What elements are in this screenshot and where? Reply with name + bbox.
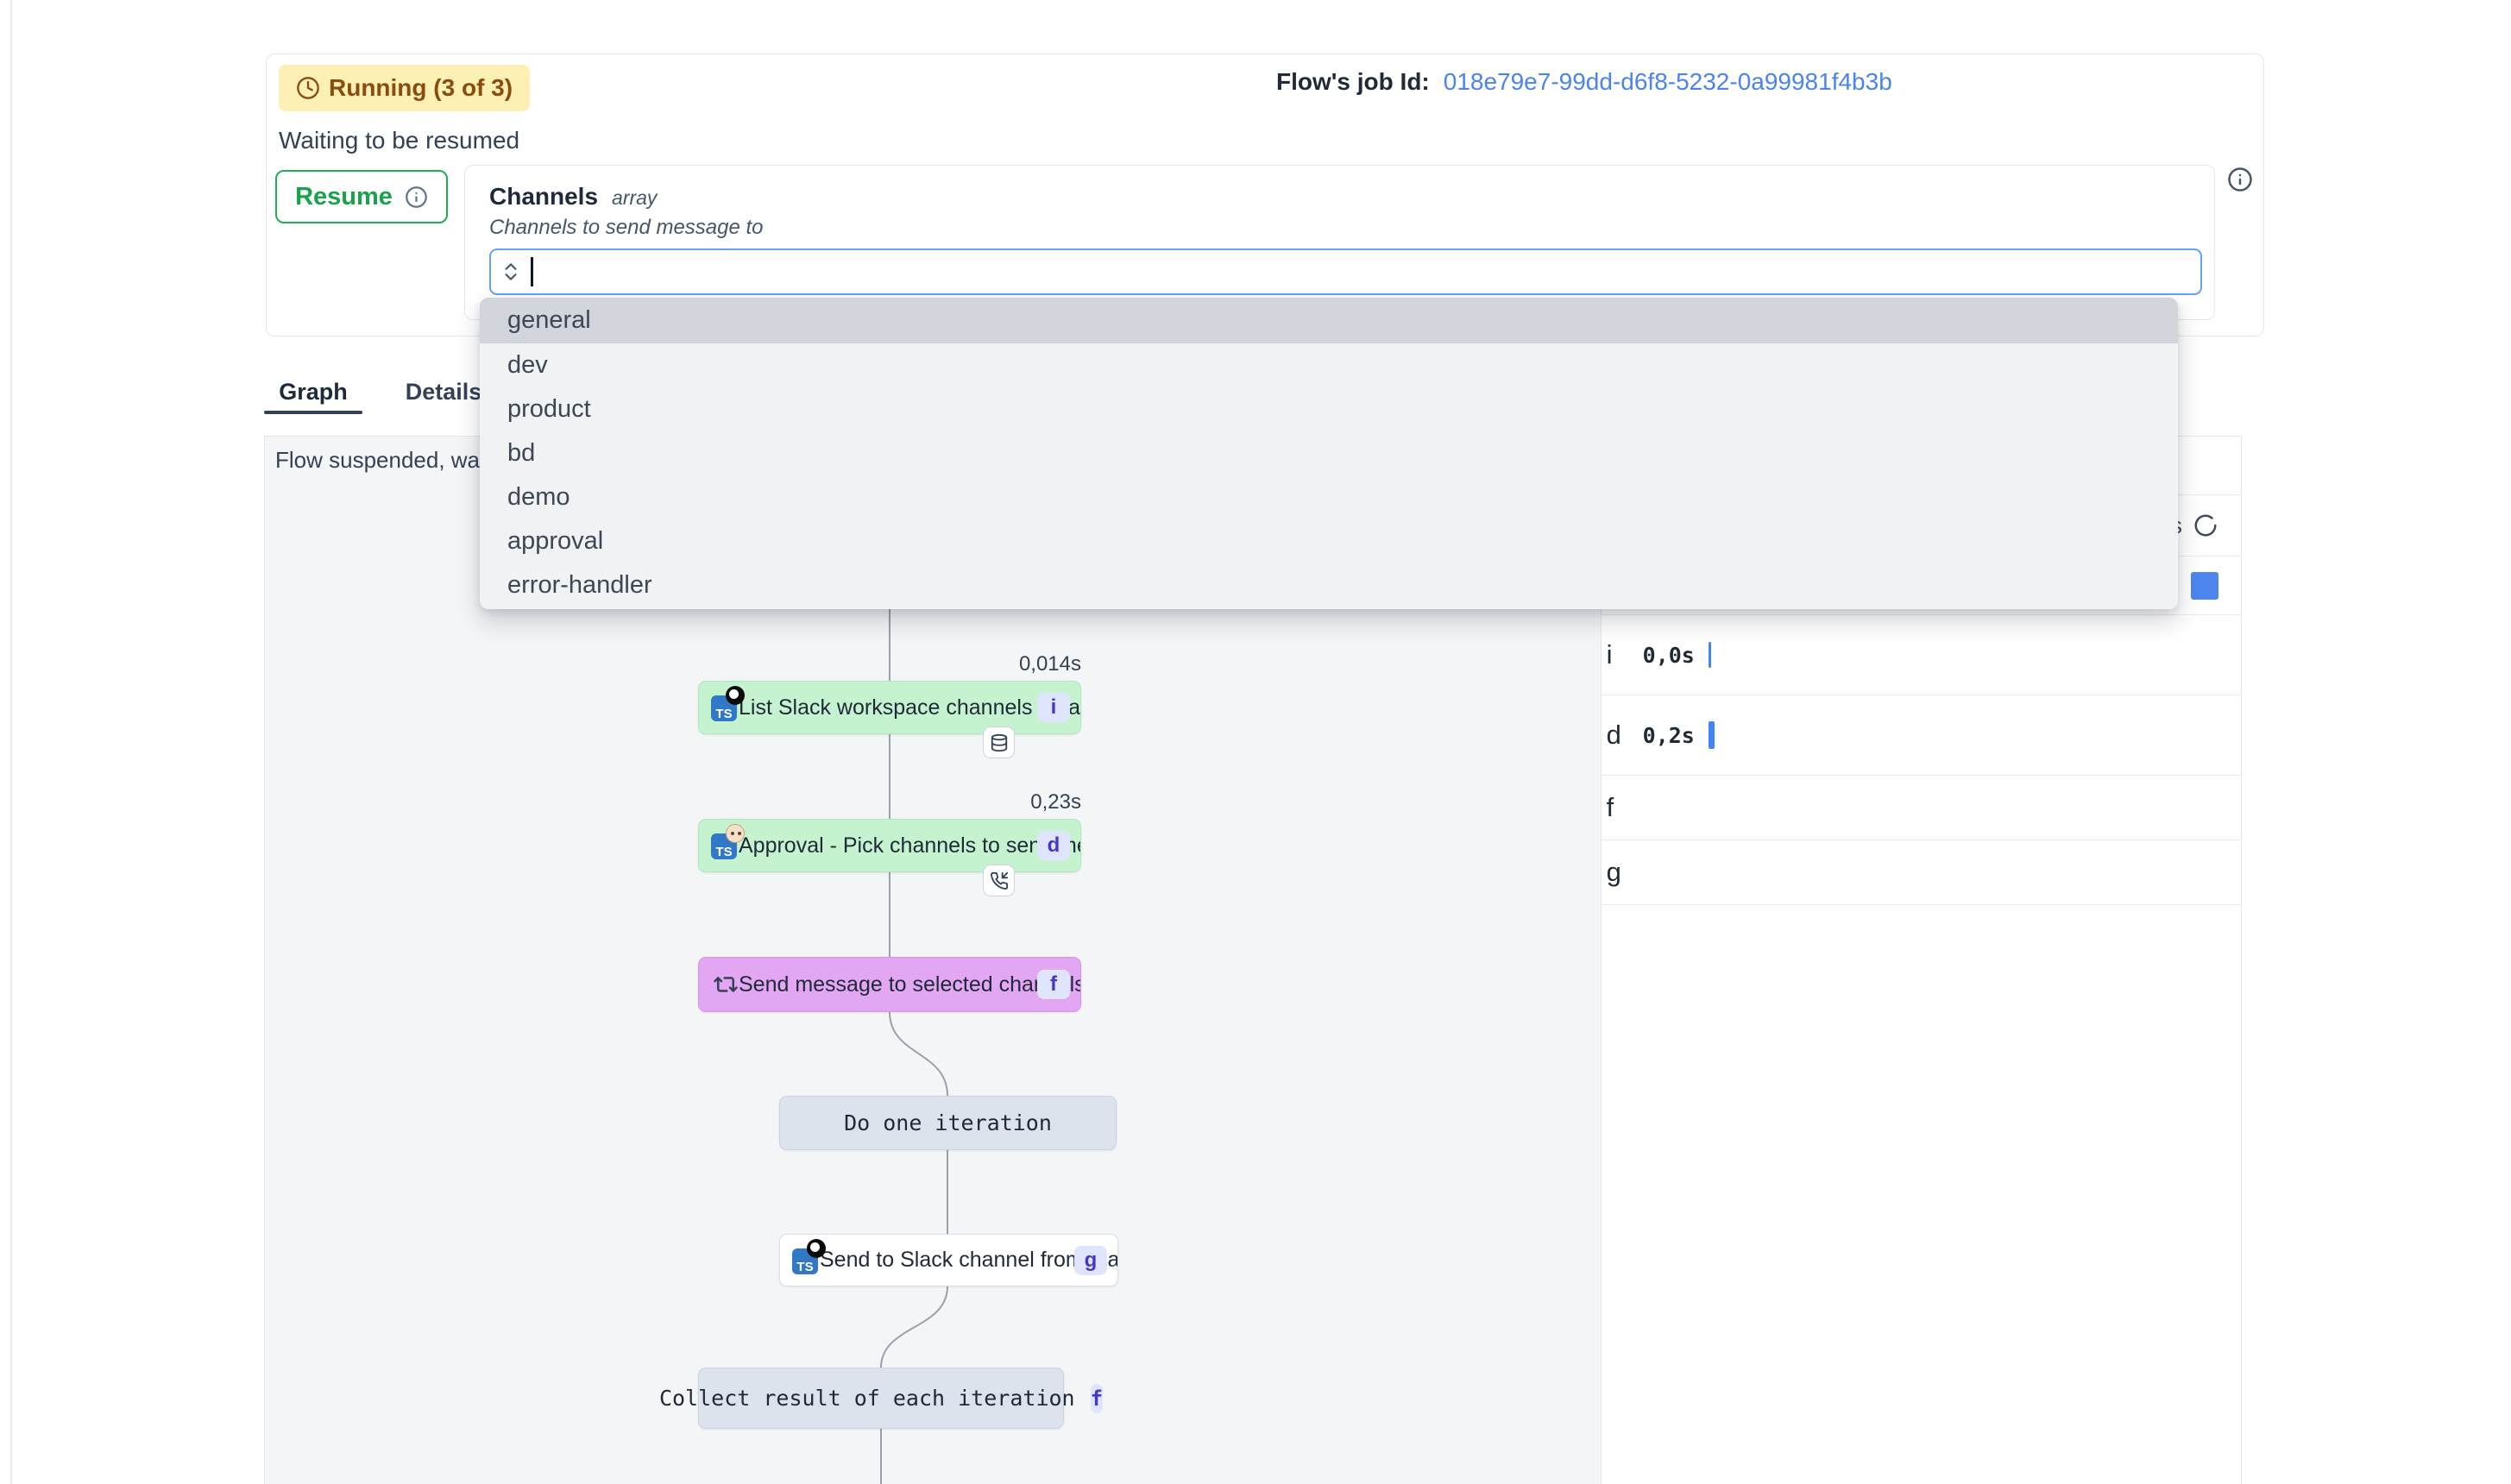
node-label: Collect result of each iteration bbox=[659, 1386, 1075, 1411]
job-id-link[interactable]: 018e79e7-99dd-d6f8-5232-0a99981f4b3b bbox=[1444, 68, 1892, 96]
typescript-deno-icon: TS bbox=[711, 694, 739, 721]
job-id-row: Flow's job Id: 018e79e7-99dd-d6f8-5232-0… bbox=[1276, 68, 1892, 96]
node-label: Do one iteration bbox=[780, 1110, 1116, 1135]
dropdown-option[interactable]: bd bbox=[480, 431, 2178, 475]
resume-button[interactable]: Resume bbox=[275, 170, 448, 223]
dropdown-option[interactable]: error-handler bbox=[480, 563, 2178, 607]
typescript-approval-icon: TS bbox=[711, 832, 739, 859]
node-id-badge: d bbox=[1037, 831, 1070, 860]
node-list-slack-channels[interactable]: TS List Slack workspace channels details… bbox=[698, 681, 1081, 734]
dropdown-option[interactable]: product bbox=[480, 387, 2178, 431]
node-id-badge: f bbox=[1037, 970, 1070, 999]
tab-graph[interactable]: Graph bbox=[264, 371, 362, 412]
node-collect-result[interactable]: Collect result of each iteration f bbox=[698, 1368, 1064, 1429]
phone-incoming-icon bbox=[983, 865, 1015, 896]
node-duration: 0,014s bbox=[265, 652, 1081, 676]
timeline-step-row[interactable]: d 0,2s bbox=[1602, 695, 2241, 776]
field-header: Channels array bbox=[489, 183, 657, 211]
timeline-step-row[interactable]: g bbox=[1602, 840, 2241, 905]
node-forloop-send-message[interactable]: Send message to selected channels f bbox=[698, 957, 1081, 1012]
step-id: i bbox=[1607, 639, 1636, 670]
chevrons-up-down-icon bbox=[500, 261, 522, 283]
node-label: Send message to selected channels bbox=[739, 972, 1080, 997]
node-approval-pick-channels[interactable]: TS Approval - Pick channels to send me… … bbox=[698, 819, 1081, 872]
job-id-label: Flow's job Id: bbox=[1276, 68, 1430, 96]
node-send-to-slack-channel[interactable]: TS Send to Slack channel from markdo… g bbox=[779, 1234, 1118, 1286]
database-icon bbox=[983, 726, 1015, 758]
legend-color-square bbox=[2191, 572, 2218, 600]
step-duration: 0,0s bbox=[1643, 643, 1695, 668]
node-id-badge: f bbox=[1091, 1384, 1103, 1413]
step-id: d bbox=[1607, 720, 1636, 751]
node-label: Send to Slack channel from markdo… bbox=[820, 1248, 1117, 1273]
channels-input[interactable] bbox=[489, 248, 2202, 295]
repeat-loop-icon bbox=[713, 972, 739, 997]
field-type: array bbox=[612, 186, 657, 210]
step-id: f bbox=[1607, 792, 1636, 823]
step-timeline-bar bbox=[1709, 642, 1711, 668]
dropdown-option[interactable]: approval bbox=[480, 519, 2178, 563]
field-description: Channels to send message to bbox=[489, 216, 764, 240]
channels-form: Channels array Channels to send message … bbox=[464, 165, 2215, 320]
node-id-badge: g bbox=[1074, 1246, 1107, 1275]
dropdown-option[interactable]: dev bbox=[480, 343, 2178, 387]
waiting-text: Waiting to be resumed bbox=[279, 127, 519, 154]
node-do-one-iteration[interactable]: Do one iteration bbox=[779, 1096, 1117, 1150]
step-duration: 0,2s bbox=[1643, 723, 1695, 748]
step-id: g bbox=[1607, 857, 1636, 888]
timeline-step-row[interactable]: i 0,0s bbox=[1602, 615, 2241, 695]
text-caret bbox=[531, 257, 533, 286]
node-label: Approval - Pick channels to send me… bbox=[739, 833, 1080, 858]
status-badge-label: Running (3 of 3) bbox=[329, 74, 513, 102]
node-duration: 0,23s bbox=[265, 790, 1081, 814]
refresh-icon[interactable] bbox=[2193, 512, 2218, 538]
channels-dropdown: general dev product bd demo approval err… bbox=[480, 298, 2178, 609]
field-name: Channels bbox=[489, 183, 598, 211]
info-icon bbox=[405, 186, 428, 209]
status-card: Running (3 of 3) Flow's job Id: 018e79e7… bbox=[266, 53, 2264, 336]
typescript-deno-icon: TS bbox=[792, 1247, 820, 1274]
active-tab-underline bbox=[264, 411, 362, 414]
status-badge: Running (3 of 3) bbox=[279, 65, 530, 111]
step-timeline-bar bbox=[1709, 721, 1715, 749]
flow-run-page: Running (3 of 3) Flow's job Id: 018e79e7… bbox=[0, 0, 2511, 1484]
node-id-badge: i bbox=[1037, 693, 1070, 722]
clock-icon bbox=[296, 76, 320, 100]
resume-button-label: Resume bbox=[295, 183, 393, 211]
timeline-step-row[interactable]: f bbox=[1602, 776, 2241, 840]
node-label: List Slack workspace channels details bbox=[739, 695, 1080, 720]
left-divider bbox=[10, 0, 12, 1484]
info-icon[interactable] bbox=[2227, 167, 2253, 192]
dropdown-option[interactable]: general bbox=[480, 298, 2178, 343]
dropdown-option[interactable]: demo bbox=[480, 475, 2178, 519]
